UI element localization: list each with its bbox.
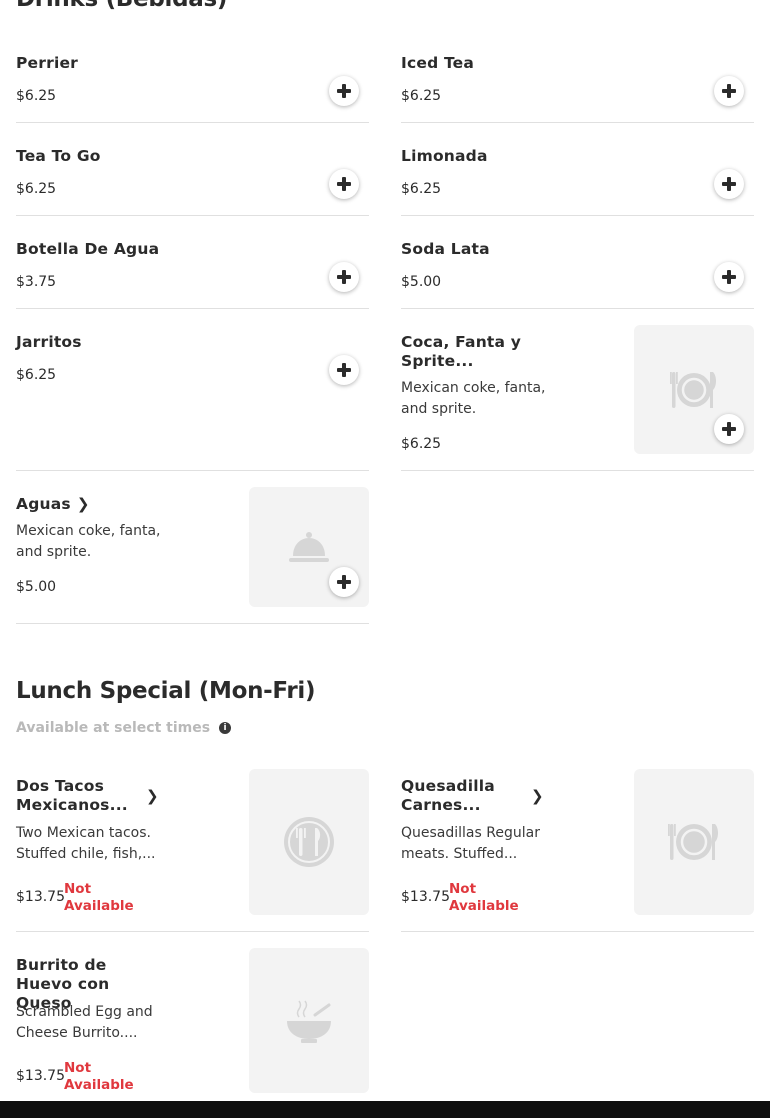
plus-icon [337, 363, 351, 377]
item-name: Iced Tea [401, 54, 475, 72]
menu-item-aguas[interactable]: Aguas ❯ Mexican coke, fanta, and sprite. … [16, 487, 369, 624]
section-title-drinks: Drinks (Bebidas) [16, 0, 227, 12]
item-price: $6.25 [16, 367, 57, 383]
item-name: Coca, Fanta y Sprite... [401, 333, 522, 370]
item-description: Mexican coke, fanta, and sprite. [401, 380, 546, 417]
item-price: $6.25 [401, 436, 442, 452]
chevron-right-icon[interactable]: ❯ [531, 787, 544, 805]
item-name: Botella De Agua [16, 240, 160, 258]
item-image [249, 948, 369, 1093]
item-description: Mexican coke, fanta, and sprite. [16, 523, 161, 560]
unavailable-badge: Not Available [449, 881, 519, 914]
availability-text: Available at select times [16, 720, 211, 736]
add-button[interactable] [714, 414, 744, 444]
info-icon[interactable]: i [219, 722, 232, 734]
add-button[interactable] [329, 169, 359, 199]
plus-icon [337, 575, 351, 589]
menu-item-quesadilla-carnes[interactable]: Quesadilla Carnes... ❯ Quesadillas Regul… [401, 769, 754, 932]
menu-item-jarritos[interactable]: Jarritos $6.25 [16, 333, 369, 471]
plate-icon [670, 371, 716, 408]
menu-item-tea-to-go[interactable]: Tea To Go $6.25 [16, 147, 369, 216]
add-button[interactable] [329, 262, 359, 292]
unavailable-badge: Not Available [64, 881, 134, 914]
item-name: Jarritos [16, 333, 82, 351]
item-name: Aguas ❯ [16, 495, 90, 514]
item-price: $6.25 [16, 88, 57, 104]
unavailable-badge: Not Available [64, 1060, 134, 1093]
plus-icon [722, 422, 736, 436]
item-name: Limonada [401, 147, 488, 165]
item-description: Two Mexican tacos. Stuffed chile, fish,.… [16, 825, 156, 862]
menu-item-soda-lata[interactable]: Soda Lata $5.00 [401, 240, 754, 309]
add-button[interactable] [714, 76, 744, 106]
cloche-icon [289, 532, 329, 562]
item-description: Quesadillas Regular meats. Stuffed... [401, 825, 540, 862]
utensils-icon [284, 817, 334, 867]
plus-icon [337, 270, 351, 284]
item-price: $6.25 [401, 88, 442, 104]
menu-item-botella-de-agua[interactable]: Botella De Agua $3.75 [16, 240, 369, 309]
item-price: $13.75 [401, 889, 450, 905]
menu-item-coca-fanta-sprite[interactable]: Coca, Fanta y Sprite... Mexican coke, fa… [401, 325, 754, 471]
bowl-icon [287, 1000, 331, 1043]
menu-item-limonada[interactable]: Limonada $6.25 [401, 147, 754, 216]
bottom-bar [0, 1101, 770, 1118]
add-button[interactable] [329, 567, 359, 597]
item-price: $6.25 [401, 181, 442, 197]
item-description: Scrambled Egg and Cheese Burrito.... [16, 1004, 153, 1041]
chevron-right-icon[interactable]: ❯ [146, 787, 159, 805]
item-price: $13.75 [16, 889, 65, 905]
plus-icon [337, 84, 351, 98]
add-button[interactable] [714, 262, 744, 292]
menu-item-burrito-huevo[interactable]: Burrito de Huevo con Queso Scrambled Egg… [16, 948, 369, 1101]
plus-icon [722, 84, 736, 98]
add-button[interactable] [329, 76, 359, 106]
plate-icon [668, 824, 718, 860]
add-button[interactable] [714, 169, 744, 199]
item-price: $5.00 [16, 579, 57, 595]
add-button[interactable] [329, 355, 359, 385]
availability-note: Available at select times i [16, 720, 232, 736]
menu-item-perrier[interactable]: Perrier $6.25 [16, 54, 369, 123]
plus-icon [337, 177, 351, 191]
item-price: $13.75 [16, 1068, 65, 1084]
menu-item-iced-tea[interactable]: Iced Tea $6.25 [401, 54, 754, 123]
menu-item-dos-tacos[interactable]: Dos Tacos Mexicanos... ❯ Two Mexican tac… [16, 769, 369, 932]
plus-icon [722, 177, 736, 191]
item-name: Dos Tacos Mexicanos... [16, 777, 128, 814]
section-title-lunch-special: Lunch Special (Mon-Fri) [16, 678, 316, 704]
plus-icon [722, 270, 736, 284]
item-price: $5.00 [401, 274, 442, 290]
chevron-right-icon[interactable]: ❯ [77, 495, 90, 514]
item-name: Tea To Go [16, 147, 101, 165]
item-name: Quesadilla Carnes... [401, 777, 495, 814]
item-price: $3.75 [16, 274, 57, 290]
item-image [634, 769, 754, 915]
item-name: Perrier [16, 54, 79, 72]
item-image [249, 769, 369, 915]
item-price: $6.25 [16, 181, 57, 197]
item-name: Soda Lata [401, 240, 490, 258]
